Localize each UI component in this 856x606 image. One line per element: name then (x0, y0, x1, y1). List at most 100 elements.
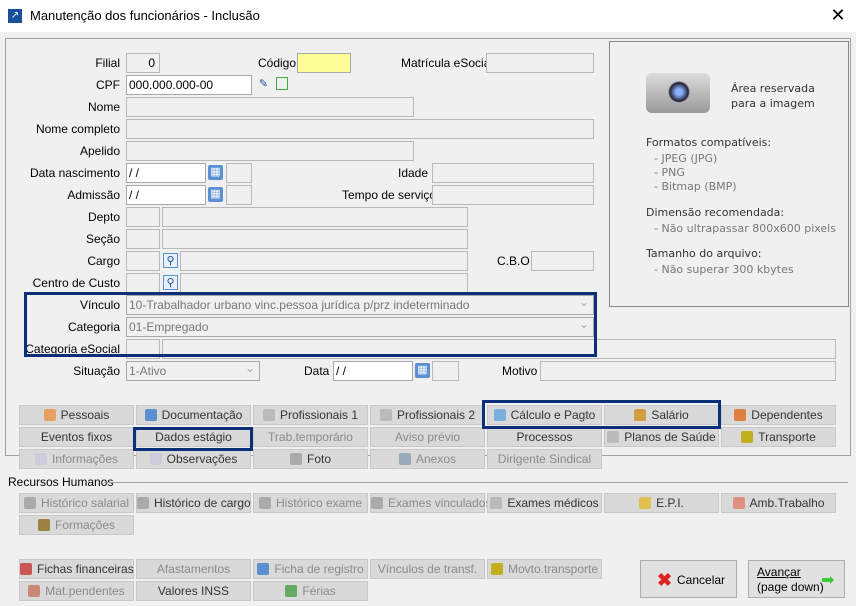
button-label: Eventos fixos (40, 430, 113, 444)
data-nascimento-label: Data nascimento (29, 166, 120, 180)
cancel-button[interactable]: ✖ Cancelar (640, 560, 737, 598)
data-nascimento-field[interactable]: / / (126, 163, 206, 183)
rh-button-exames-vinculados[interactable]: Exames vinculados (370, 493, 491, 513)
idade-field (432, 163, 594, 183)
filial-field[interactable]: 0 (126, 53, 160, 73)
tabs-button-trab-temporário[interactable]: Trab.temporário (253, 427, 368, 447)
tabs-button-informações[interactable]: Informações (19, 449, 134, 469)
tabs-button-foto[interactable]: Foto (253, 449, 368, 469)
secao-code[interactable] (126, 229, 160, 249)
tabs-button-aviso-prévio[interactable]: Aviso prévio (370, 427, 485, 447)
button-label: Histórico salarial (40, 496, 130, 510)
codigo-field[interactable] (297, 53, 351, 73)
tabs-button-profissionais-1[interactable]: Profissionais 1 (253, 405, 368, 425)
motivo-label: Motivo (502, 364, 538, 378)
rh-button-formações[interactable]: Formações (19, 515, 134, 535)
calendar-icon[interactable]: ▦ (208, 187, 223, 202)
button-icon (43, 409, 56, 421)
cancel-label: Cancelar (677, 573, 726, 587)
rh-button-e-p-i-[interactable]: E.P.I. (604, 493, 719, 513)
matricula-field[interactable] (486, 53, 594, 73)
depto-code[interactable] (126, 207, 160, 227)
rh-button-histórico-salarial[interactable]: Histórico salarial (19, 493, 134, 513)
bottom-button-valores-inss[interactable]: Valores INSS (136, 581, 251, 601)
rh-button-histórico-de-cargo[interactable]: Histórico de cargo (136, 493, 251, 513)
tabs-button-anexos[interactable]: Anexos (370, 449, 485, 469)
cpf-field[interactable]: 000.000.000-00 (126, 75, 252, 95)
button-icon (734, 409, 747, 421)
tabs-button-documentação[interactable]: Documentação (136, 405, 251, 425)
button-icon (732, 497, 745, 509)
rh-button-histórico-exame[interactable]: Histórico exame (253, 493, 368, 513)
search-icon[interactable]: ⚲ (163, 275, 178, 290)
calendar-icon[interactable]: ▦ (415, 363, 430, 378)
document-icon[interactable] (276, 77, 288, 90)
bottom-button-movto-transporte[interactable]: Movto.transporte (487, 559, 602, 579)
bottom-button-afastamentos[interactable]: Afastamentos (136, 559, 251, 579)
button-icon (490, 563, 503, 575)
filial-label: Filial (95, 56, 120, 70)
button-icon (20, 563, 32, 575)
tabs-button-transporte[interactable]: Transporte (721, 427, 836, 447)
codigo-label: Código (258, 56, 297, 70)
rh-button-exames-médicos[interactable]: Exames médicos (487, 493, 602, 513)
apelido-field[interactable] (126, 141, 414, 161)
bottom-button-mat-pendentes[interactable]: Mat.pendentes (19, 581, 134, 601)
window-title: Manutenção dos funcionários - Inclusão (30, 8, 260, 23)
next-button[interactable]: Avançar (page down) ➡ (748, 560, 845, 598)
cbo-field[interactable] (531, 251, 594, 271)
button-label: E.P.I. (656, 496, 684, 510)
motivo-field[interactable] (540, 361, 836, 381)
highlight-box (482, 400, 721, 429)
search-icon[interactable]: ⚲ (163, 253, 178, 268)
button-icon (262, 409, 275, 421)
dimension-text: - Não ultrapassar 800x600 pixels (654, 222, 836, 235)
photo-area[interactable]: Área reservada para a imagem Formatos co… (609, 41, 849, 307)
centro-custo-code[interactable] (126, 273, 160, 293)
button-icon (607, 431, 620, 443)
tabs-button-pessoais[interactable]: Pessoais (19, 405, 134, 425)
button-label: Documentação (161, 408, 243, 422)
button-label: Valores INSS (157, 584, 230, 598)
data-field[interactable]: / / (333, 361, 413, 381)
bottom-button-fichas-financeiras[interactable]: Fichas financeiras (19, 559, 134, 579)
button-label: Ficha de registro (274, 562, 364, 576)
button-label: Planos de Saúde (624, 430, 716, 444)
rh-button-amb-trabalho[interactable]: Amb.Trabalho (721, 493, 836, 513)
x-icon: ✖ (657, 570, 673, 590)
calendar-icon[interactable]: ▦ (208, 165, 223, 180)
button-icon (23, 497, 36, 509)
tabs-button-processos[interactable]: Processos (487, 427, 602, 447)
tabs-button-observações[interactable]: Observações (136, 449, 251, 469)
button-label: Histórico de cargo (154, 496, 251, 510)
button-icon (398, 453, 411, 465)
button-icon (289, 453, 302, 465)
nome-field[interactable] (126, 97, 414, 117)
button-label: Histórico exame (275, 496, 363, 510)
nome-completo-field[interactable] (126, 119, 594, 139)
button-label: Profissionais 1 (279, 408, 359, 422)
bottom-button-ficha-de-registro[interactable]: Ficha de registro (253, 559, 368, 579)
idade-label: Idade (398, 166, 429, 180)
button-icon (490, 497, 503, 509)
button-label: Amb.Trabalho (749, 496, 825, 510)
button-icon (741, 431, 754, 443)
cargo-code[interactable] (126, 251, 160, 271)
bottom-button-vínculos-de-transf-[interactable]: Vínculos de transf. (370, 559, 485, 579)
bottom-button-férias[interactable]: Férias (253, 581, 368, 601)
button-label: Pessoais (60, 408, 110, 422)
close-button[interactable]: ✕ (826, 4, 850, 26)
button-label: Fichas financeiras (37, 562, 134, 576)
button-icon (258, 497, 271, 509)
tabs-button-eventos-fixos[interactable]: Eventos fixos (19, 427, 134, 447)
tabs-button-profissionais-2[interactable]: Profissionais 2 (370, 405, 485, 425)
tabs-button-dirigente-sindical[interactable]: Dirigente Sindical (487, 449, 602, 469)
tabs-button-planos-de-saúde[interactable]: Planos de Saúde (604, 427, 719, 447)
tabs-button-dependentes[interactable]: Dependentes (721, 405, 836, 425)
button-label: Profissionais 2 (396, 408, 476, 422)
button-label: Processos (516, 430, 573, 444)
validate-icon[interactable]: ✎ (256, 77, 271, 92)
situacao-select[interactable]: 1-Ativo (126, 361, 260, 381)
admissao-field[interactable]: / / (126, 185, 206, 205)
size-text: - Não superar 300 kbytes (654, 263, 794, 276)
